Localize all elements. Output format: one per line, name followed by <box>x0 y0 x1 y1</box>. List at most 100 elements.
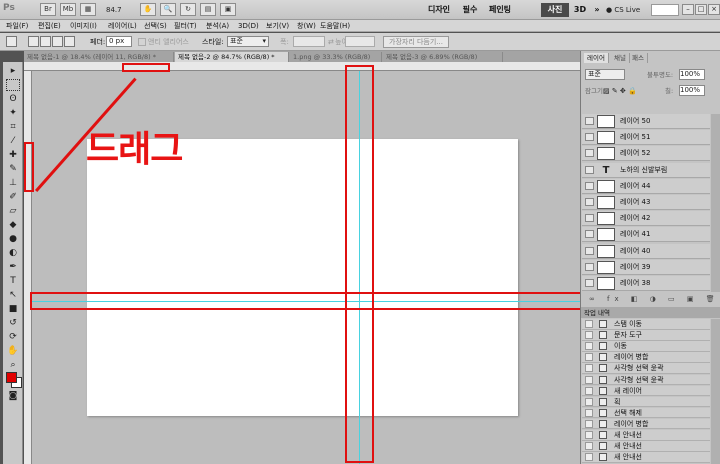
bridge-button[interactable]: Br <box>40 3 56 16</box>
history-snapshot-checkbox[interactable] <box>585 331 593 340</box>
menu-analysis[interactable]: 분석(A) <box>206 20 229 32</box>
history-item[interactable]: 이동 <box>582 341 710 352</box>
quick-mask-icon[interactable]: ◙ <box>6 390 20 402</box>
history-snapshot-checkbox[interactable] <box>585 342 593 351</box>
history-brush-tool-icon[interactable]: ✐ <box>6 191 20 203</box>
visibility-toggle[interactable] <box>585 279 594 287</box>
healing-brush-tool-icon[interactable]: ✚ <box>6 149 20 161</box>
zoom-level[interactable]: 84.7 <box>106 4 122 16</box>
workspace-design[interactable]: 디자인 <box>422 3 456 17</box>
blend-mode-select[interactable]: 표준 <box>585 69 625 80</box>
fill-input[interactable]: 100% <box>679 85 705 96</box>
maximize-icon[interactable]: □ <box>695 4 707 15</box>
visibility-toggle[interactable] <box>585 214 594 223</box>
workspace-photography[interactable]: 사진 <box>541 3 569 17</box>
history-item[interactable]: 사각형 선택 윤곽 <box>582 374 710 385</box>
layers-footer-icons[interactable]: ∞ fx ◧ ◑ ▭ ▣ 🗑 <box>589 295 720 303</box>
zoom-tool-icon[interactable]: ⌕ <box>6 359 20 371</box>
visibility-toggle[interactable] <box>585 262 594 271</box>
menu-edit[interactable]: 편집(E) <box>38 20 61 32</box>
layer-row[interactable]: 레이어 42 <box>582 211 710 227</box>
history-item[interactable]: 문자 도구 <box>582 330 710 341</box>
history-item[interactable]: 새 안내선 <box>582 430 710 441</box>
layer-row[interactable]: 레이어 43 <box>582 195 710 210</box>
move-tool-icon[interactable]: ▸ <box>6 65 20 77</box>
visibility-toggle[interactable] <box>585 198 594 206</box>
tab-document-1[interactable]: 제목 없음-1 @ 18.4% (레이어 11, RGB/8) * <box>24 52 174 62</box>
history-item[interactable]: 레이어 병합 <box>582 352 710 363</box>
crop-tool-icon[interactable]: ⌗ <box>6 121 20 133</box>
layer-row[interactable]: 레이어 51 <box>582 130 710 146</box>
opacity-input[interactable]: 100% <box>679 69 705 80</box>
layer-row[interactable]: 레이어 50 <box>582 114 710 129</box>
screen-mode-button[interactable]: ▣ <box>220 3 236 16</box>
hand-tool-button[interactable]: ✋ <box>140 3 156 16</box>
height-input[interactable] <box>345 36 375 47</box>
visibility-toggle[interactable] <box>585 181 594 190</box>
layer-row[interactable]: T 노하의 신발부림 <box>582 162 710 178</box>
lock-icons[interactable]: ▨ ✎ ✥ 🔒 <box>603 86 637 96</box>
zoom-tool-button[interactable]: 🔍 <box>160 3 176 16</box>
history-item[interactable]: 새 안내선 <box>582 452 710 463</box>
tab-document-2[interactable]: 제목 없음-2 @ 84.7% (RGB/8) * <box>175 52 289 62</box>
antialias-checkbox[interactable] <box>138 38 146 46</box>
layer-row[interactable]: 레이어 38 <box>582 276 710 291</box>
lasso-tool-icon[interactable]: ʘ <box>6 93 20 105</box>
tab-document-4[interactable]: 제목 없음-3 @ 6.89% (RGB/8) <box>383 52 503 62</box>
type-tool-icon[interactable]: T <box>6 275 20 287</box>
swap-icon[interactable]: ⇄ <box>328 37 334 47</box>
document-canvas[interactable] <box>87 139 518 416</box>
menu-3d[interactable]: 3D(D) <box>238 20 259 32</box>
history-item[interactable]: 새 안내선 <box>582 441 710 452</box>
menu-layer[interactable]: 레이어(L) <box>108 20 137 32</box>
foreground-color-swatch[interactable] <box>6 372 17 383</box>
tab-layers[interactable]: 레이어 <box>584 53 609 63</box>
history-scrollbar[interactable] <box>711 319 720 464</box>
history-snapshot-checkbox[interactable] <box>585 419 593 428</box>
history-snapshot-checkbox[interactable] <box>585 397 593 406</box>
new-selection-icon[interactable] <box>28 36 39 47</box>
brush-tool-icon[interactable]: ✎ <box>6 163 20 175</box>
tab-document-3[interactable]: 1.png @ 33.3% (RGB/8) <box>290 52 382 62</box>
workspace-essentials[interactable]: 필수 <box>458 3 482 17</box>
menu-image[interactable]: 이미지(I) <box>70 20 97 32</box>
rotate-view-button[interactable]: ↻ <box>180 3 196 16</box>
menu-filter[interactable]: 필터(T) <box>174 20 197 32</box>
menu-select[interactable]: 선택(S) <box>144 20 167 32</box>
more-workspaces-icon[interactable]: » <box>592 3 602 17</box>
dodge-tool-icon[interactable]: ◐ <box>6 247 20 259</box>
workspace-3d[interactable]: 3D <box>573 3 587 17</box>
hand-tool-icon[interactable]: ✋ <box>6 345 20 357</box>
minibridge-button[interactable]: Mb <box>60 3 76 16</box>
layer-row[interactable]: 레이어 44 <box>582 178 710 194</box>
clone-stamp-tool-icon[interactable]: ⊥ <box>6 177 20 189</box>
menu-file[interactable]: 파일(F) <box>6 20 28 32</box>
visibility-toggle[interactable] <box>585 246 594 255</box>
arrange-documents-button[interactable]: ▤ <box>200 3 216 16</box>
history-snapshot-checkbox[interactable] <box>585 408 593 417</box>
eyedropper-tool-icon[interactable]: ⁄ <box>6 135 20 147</box>
shape-tool-icon[interactable]: ■ <box>6 303 20 315</box>
path-selection-tool-icon[interactable]: ↖ <box>6 289 20 301</box>
history-snapshot-checkbox[interactable] <box>585 386 593 395</box>
history-snapshot-checkbox[interactable] <box>585 375 593 384</box>
close-icon[interactable]: × <box>708 4 720 15</box>
pen-tool-icon[interactable]: ✒ <box>6 261 20 273</box>
visibility-toggle[interactable] <box>585 133 594 142</box>
layer-row[interactable]: 레이어 39 <box>582 259 710 275</box>
history-panel-title[interactable]: 작업 내역 <box>584 308 610 318</box>
view-extras-button[interactable]: ▦ <box>80 3 96 16</box>
history-snapshot-checkbox[interactable] <box>585 442 593 451</box>
workspace-painting[interactable]: 페인팅 <box>484 3 516 17</box>
subtract-selection-icon[interactable] <box>52 36 63 47</box>
visibility-toggle[interactable] <box>585 230 594 239</box>
history-item[interactable]: 획 <box>582 396 710 408</box>
history-snapshot-checkbox[interactable] <box>585 320 593 328</box>
feather-input[interactable]: 0 px <box>106 36 132 47</box>
3d-rotate-tool-icon[interactable]: ↺ <box>6 317 20 329</box>
style-select[interactable]: 표준 ▾ <box>227 36 269 47</box>
blur-tool-icon[interactable]: ● <box>6 233 20 245</box>
minimize-icon[interactable]: – <box>682 4 694 15</box>
menu-view[interactable]: 보기(V) <box>266 20 289 32</box>
add-selection-icon[interactable] <box>40 36 51 47</box>
